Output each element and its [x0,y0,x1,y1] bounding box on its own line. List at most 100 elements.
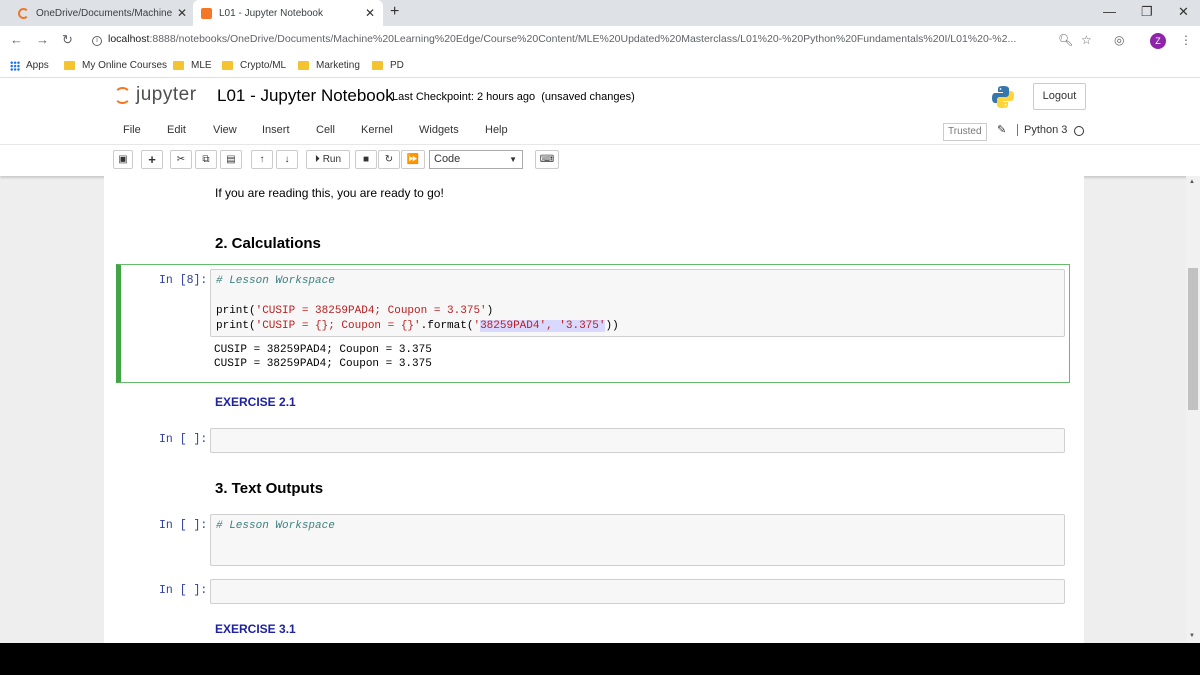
new-tab-icon[interactable]: + [390,3,399,21]
scroll-up-icon[interactable]: ▲ [1189,179,1195,185]
fast-forward-icon: ⏩ [406,154,420,165]
scroll-down-icon[interactable]: ▼ [1189,633,1195,639]
insert-cell-button[interactable]: + [141,150,163,169]
menu-widgets[interactable]: Widgets [419,124,459,136]
reload-icon[interactable]: ↻ [62,32,73,48]
paste-button[interactable]: ▤ [220,150,242,169]
browser-tab-onedrive[interactable]: OneDrive/Documents/Machine L ✕ [10,0,195,26]
interrupt-button[interactable]: ■ [355,150,377,169]
output-line: CUSIP = 38259PAD4; Coupon = 3.375 [214,344,432,356]
empty-code-editor[interactable] [210,428,1065,453]
close-tab-icon[interactable]: ✕ [177,6,187,20]
arrow-up-icon: ↑ [259,154,265,165]
restart-button[interactable]: ↻ [378,150,400,169]
scroll-thumb[interactable] [1188,268,1198,410]
run-label: Run [322,154,342,165]
code-token: ) [486,305,494,317]
code-editor[interactable]: # Lesson Workspace print('CUSIP = 38259P… [210,269,1065,337]
menu-file[interactable]: File [123,124,141,136]
cell-prompt: In [8]: [159,274,208,287]
intro-text: If you are reading this, you are ready t… [215,186,444,200]
bookmark-crypto-ml[interactable]: Crypto/ML [222,60,286,71]
cell-prompt: In [ ]: [159,519,208,532]
menu-edit[interactable]: Edit [167,124,186,136]
notebook-name[interactable]: L01 - Jupyter Notebook [217,86,394,106]
url-path: :8888/notebooks/OneDrive/Documents/Machi… [149,33,1017,45]
cell-type-select[interactable]: Code ▼ [429,150,523,169]
jupyter-logo[interactable]: jupyter [114,84,197,106]
run-button[interactable]: ⏵ Run [306,150,350,169]
code-token: )) [605,320,619,332]
code-editor[interactable]: # Lesson Workspace [210,514,1065,566]
logout-button[interactable]: Logout [1033,83,1086,110]
page-scrollbar[interactable]: ▲ ▼ [1186,176,1200,643]
notebook-toolbar: ▣ + ✂ ⧉ ▤ ↑ ↓ ⏵ Run ■ ↻ ⏩ Code ▼ ⌨ [0,145,1200,176]
bookmark-label: PD [390,60,404,71]
minimize-icon[interactable]: — [1103,4,1116,19]
code-token: print( [216,320,256,332]
cell-prompt: In [ ]: [159,584,208,597]
plus-icon: + [148,152,156,167]
bookmark-my-online-courses[interactable]: My Online Courses [64,60,167,71]
edit-mode-pencil-icon: ✎ [997,124,1007,136]
profile-avatar[interactable]: Z [1150,33,1166,49]
folder-icon [173,61,184,70]
menu-insert[interactable]: Insert [262,124,290,136]
code-string: 'CUSIP = {}; Coupon = {}' [255,320,421,332]
browser-tab-strip: OneDrive/Documents/Machine L ✕ L01 - Jup… [0,0,1200,26]
cut-button[interactable]: ✂ [170,150,192,169]
move-up-button[interactable]: ↑ [251,150,273,169]
save-button[interactable]: ▣ [113,150,133,169]
info-icon[interactable]: i [92,36,102,46]
jupyter-ring-icon [114,86,131,104]
unsaved-indicator: (unsaved changes) [541,91,635,103]
restart-icon: ↻ [384,154,394,165]
menu-kernel[interactable]: Kernel [361,124,393,136]
bookmark-label: Apps [26,60,49,71]
bookmark-apps[interactable]: Apps [10,60,49,71]
step-forward-icon: ⏵ [314,154,320,165]
jupyter-favicon-icon [201,7,212,19]
folder-icon [64,61,75,70]
cell-prompt: In [ ]: [159,433,208,446]
chevron-down-icon: ▼ [509,155,517,164]
kernel-idle-indicator-icon [1074,126,1084,136]
folder-icon [222,61,233,70]
bookmark-mle[interactable]: MLE [173,60,212,71]
forward-icon[interactable]: → [36,32,49,47]
address-bar[interactable]: i localhost:8888/notebooks/OneDrive/Docum… [92,33,1016,46]
close-tab-icon[interactable]: ✕ [365,6,375,20]
bookmarks-bar: Apps My Online Courses MLE Crypto/ML Mar… [0,56,1200,78]
bookmark-star-icon[interactable]: ☆ [1081,33,1092,47]
onedrive-favicon-icon [18,7,29,19]
heading-text-outputs: 3. Text Outputs [215,480,324,497]
bookmark-pd[interactable]: PD [372,60,404,71]
restart-run-all-button[interactable]: ⏩ [401,150,425,169]
menu-view[interactable]: View [213,124,237,136]
trusted-indicator[interactable]: Trusted [943,123,987,141]
heading-calculations: 2. Calculations [215,235,321,252]
extension-icon[interactable]: ◎ [1114,33,1124,47]
command-palette-button[interactable]: ⌨ [535,150,559,169]
zoom-icon[interactable]: 🔍︎ [1058,33,1073,47]
back-icon[interactable]: ← [10,32,23,47]
copy-button[interactable]: ⧉ [195,150,217,169]
move-down-button[interactable]: ↓ [276,150,298,169]
restore-icon[interactable]: ❐ [1141,4,1153,20]
tab-title: L01 - Jupyter Notebook [219,7,323,19]
menu-cell[interactable]: Cell [316,124,335,136]
stop-icon: ■ [362,154,370,165]
browser-toolbar: ← → ↻ i localhost:8888/notebooks/OneDrive… [0,26,1200,56]
empty-code-editor[interactable] [210,579,1065,604]
browser-menu-icon[interactable]: ⋮ [1180,33,1192,47]
tab-title: OneDrive/Documents/Machine L [36,7,173,19]
menu-help[interactable]: Help [485,124,508,136]
exercise-2-1-label: EXERCISE 2.1 [215,395,296,409]
code-token: .format( [420,320,474,332]
close-window-icon[interactable]: ✕ [1178,4,1189,20]
selected-text: 38259PAD4', '3.375' [480,320,606,332]
copy-icon: ⧉ [202,154,210,165]
checkpoint-time: 2 hours ago [477,91,536,103]
browser-tab-notebook[interactable]: L01 - Jupyter Notebook ✕ [193,0,383,26]
bookmark-marketing[interactable]: Marketing [298,60,360,71]
